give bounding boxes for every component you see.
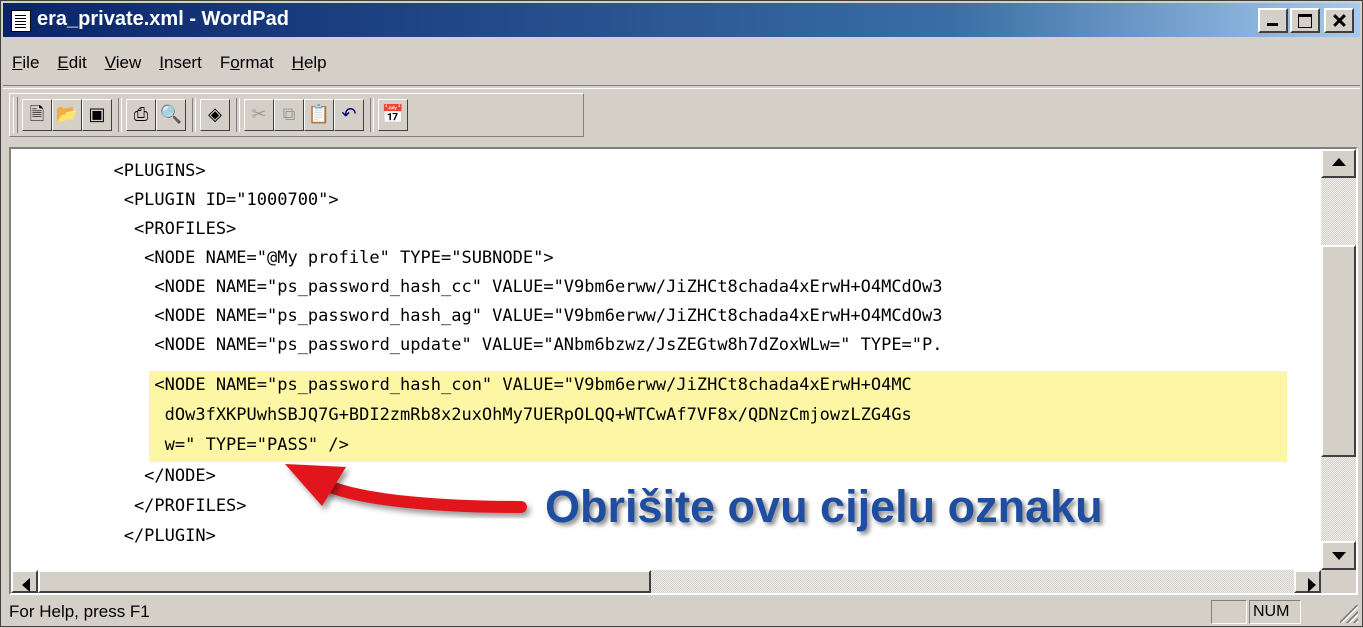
annotation-label: Obrišite ovu cijelu oznaku xyxy=(545,481,1103,532)
annotation-arrow xyxy=(285,464,527,513)
wordpad-window: era_private.xml - WordPad File Edit View… xyxy=(0,0,1363,627)
